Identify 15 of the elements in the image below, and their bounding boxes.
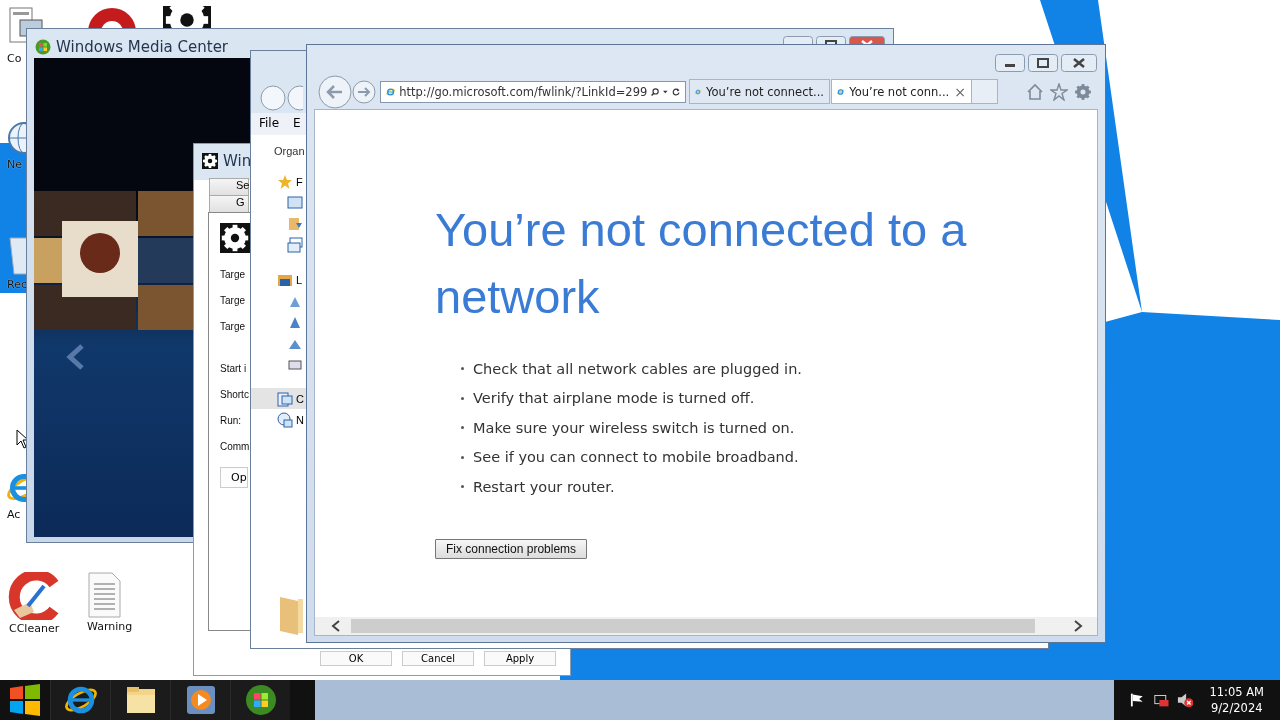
bullet-text: See if you can connect to mobile broadband. (473, 449, 799, 466)
bullet-text: Check that all network cables are plugged in. (473, 360, 802, 377)
bullet-text: Restart your router. (473, 478, 615, 495)
field-label: Start i (220, 362, 247, 376)
page-heading: You’re not connected to a network (435, 202, 968, 325)
field-label: Targe (220, 320, 245, 334)
bullet-text: Verify that airplane mode is turned off. (473, 390, 755, 407)
field-label: Targe (220, 294, 245, 308)
field-label: Targe (220, 268, 245, 282)
field-label: Shortc (220, 388, 249, 402)
window-title: Windows Media Center (56, 38, 229, 56)
bullet-text: Make sure your wireless switch is turned on. (473, 419, 795, 436)
field-label: Comm (220, 440, 250, 454)
window-title: Win (223, 152, 252, 170)
field-label: Run: (220, 414, 242, 428)
